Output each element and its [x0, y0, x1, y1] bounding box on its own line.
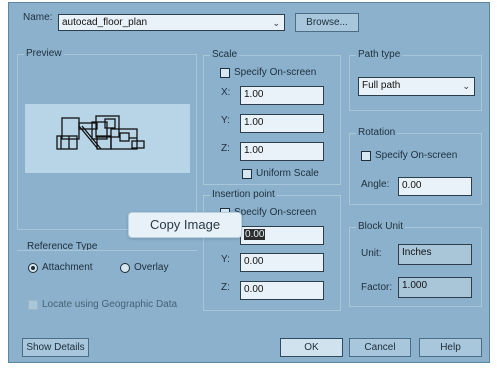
chevron-down-icon: ⌄ — [272, 18, 280, 28]
path-type-dropdown[interactable]: Full path ⌄ — [358, 77, 475, 96]
cancel-button[interactable]: Cancel — [349, 338, 411, 357]
ok-button[interactable]: OK — [280, 338, 343, 357]
angle-label: Angle: — [361, 179, 390, 190]
unit-label: Unit: — [361, 248, 382, 259]
scale-title: Scale — [210, 49, 240, 60]
insertion-y-label: Y: — [221, 254, 230, 265]
locate-geographic-label: Locate using Geographic Data — [42, 299, 178, 310]
insertion-point-title: Insertion point — [210, 189, 277, 200]
copy-image-tooltip[interactable]: Copy Image — [128, 212, 242, 238]
name-label: Name: — [23, 12, 53, 23]
scale-x-label: X: — [221, 87, 231, 98]
preview-image — [25, 104, 190, 173]
rotation-specify-checkbox[interactable] — [361, 151, 371, 161]
path-type-value: Full path — [362, 80, 401, 91]
overlay-radio[interactable] — [120, 263, 130, 273]
uniform-scale-checkbox[interactable] — [242, 169, 252, 179]
chevron-down-icon: ⌄ — [462, 81, 470, 91]
scale-y-label: Y: — [221, 115, 230, 126]
uniform-scale-label: Uniform Scale — [256, 168, 319, 179]
attach-dialog: Name: autocad_floor_plan ⌄ Browse... Pre… — [8, 2, 490, 363]
angle-input[interactable]: 0.00 — [398, 177, 472, 196]
name-dropdown[interactable]: autocad_floor_plan ⌄ — [58, 14, 285, 31]
insertion-specify-label: Specify On-screen — [234, 207, 317, 218]
locate-geographic-checkbox[interactable] — [28, 300, 38, 310]
factor-label: Factor: — [361, 282, 393, 293]
scale-z-input[interactable]: 1.00 — [240, 142, 324, 161]
insertion-y-input[interactable]: 0.00 — [240, 253, 324, 272]
reference-type-rule — [17, 250, 197, 251]
attachment-label: Attachment — [42, 262, 93, 273]
browse-button[interactable]: Browse... — [295, 13, 359, 32]
insertion-x-value: 0.00 — [244, 229, 266, 240]
insertion-z-label: Z: — [221, 282, 230, 293]
insertion-z-input[interactable]: 0.00 — [240, 281, 324, 300]
help-button[interactable]: Help — [419, 338, 482, 357]
insertion-x-input[interactable]: 0.00 — [240, 226, 324, 245]
scale-specify-checkbox[interactable] — [220, 68, 230, 78]
block-unit-title: Block Unit — [356, 221, 406, 232]
unit-value: Inches — [398, 244, 472, 265]
path-type-title: Path type — [356, 49, 403, 60]
scale-z-label: Z: — [221, 143, 230, 154]
scale-specify-label: Specify On-screen — [234, 67, 317, 78]
rotation-specify-label: Specify On-screen — [375, 150, 458, 161]
overlay-label: Overlay — [134, 262, 169, 273]
scale-x-input[interactable]: 1.00 — [240, 86, 324, 105]
scale-y-input[interactable]: 1.00 — [240, 114, 324, 133]
name-value: autocad_floor_plan — [62, 17, 148, 28]
preview-title: Preview — [24, 48, 64, 59]
show-details-button[interactable]: Show Details — [22, 338, 89, 357]
rotation-title: Rotation — [356, 127, 398, 138]
attachment-radio[interactable] — [28, 263, 38, 273]
floor-plan-thumbnail — [56, 115, 145, 150]
factor-value: 1.000 — [398, 277, 472, 298]
